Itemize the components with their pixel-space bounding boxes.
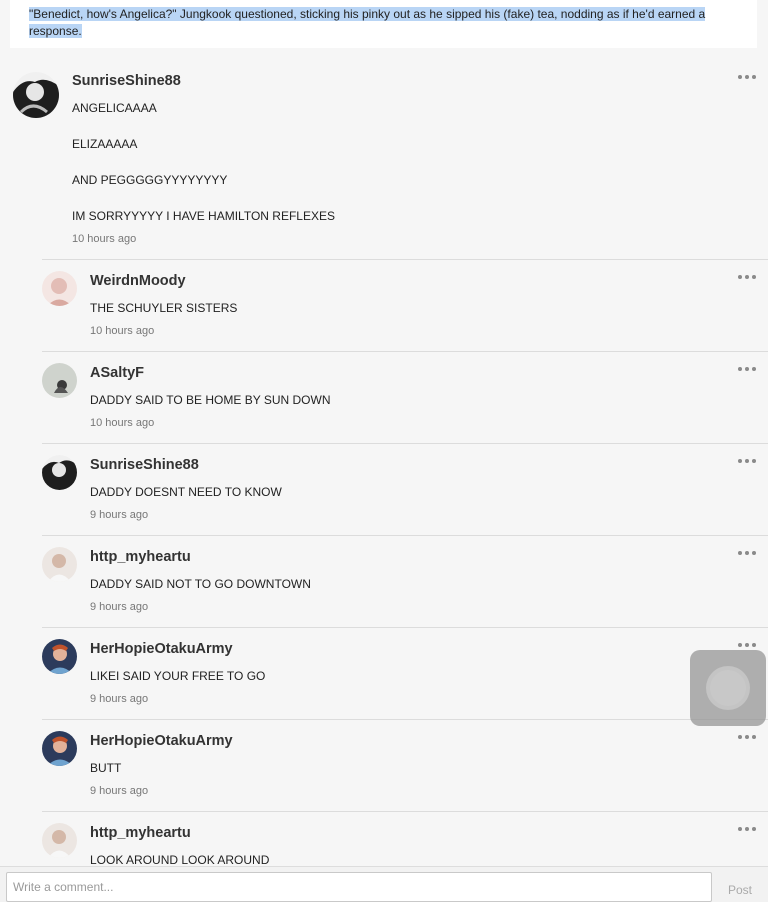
- avatar[interactable]: [42, 731, 77, 766]
- comment-username[interactable]: http_myheartu: [90, 825, 191, 841]
- more-options-icon[interactable]: [738, 275, 756, 281]
- reply-comment: http_myheartu LOOK AROUND LOOK AROUND: [0, 812, 768, 867]
- comment-username[interactable]: http_myheartu: [90, 549, 191, 565]
- story-excerpt: "Benedict, how's Angelica?" Jungkook que…: [10, 0, 757, 48]
- reply-comment: http_myheartu DADDY SAID NOT TO GO DOWNT…: [0, 536, 768, 627]
- avatar[interactable]: [42, 363, 77, 398]
- more-options-icon[interactable]: [738, 367, 756, 373]
- reply-comment: WeirdnMoody THE SCHUYLER SISTERS 10 hour…: [0, 260, 768, 351]
- comment-composer: Post: [0, 866, 768, 902]
- story-excerpt-text[interactable]: "Benedict, how's Angelica?" Jungkook que…: [29, 6, 757, 40]
- comment-timestamp: 9 hours ago: [90, 601, 149, 613]
- comment-text-line: DADDY DOESNT NEED TO KNOW: [90, 485, 282, 499]
- comment-timestamp: 9 hours ago: [90, 693, 149, 705]
- comment-text-line: IM SORRYYYYY I HAVE HAMILTON REFLEXES: [72, 209, 335, 223]
- comment-text-line: THE SCHUYLER SISTERS: [90, 301, 238, 315]
- more-options-icon[interactable]: [738, 827, 756, 833]
- reply-comment: ASaltyF DADDY SAID TO BE HOME BY SUN DOW…: [0, 352, 768, 443]
- assistive-touch-icon: [710, 670, 746, 706]
- comment-text-line: LIKEI SAID YOUR FREE TO GO: [90, 669, 266, 683]
- more-options-icon[interactable]: [738, 551, 756, 557]
- comment: SunriseShine88 ANGELICAAAA ELIZAAAAA AND…: [0, 60, 768, 259]
- excerpt-line-1: "Benedict, how's Angelica?" Jungkook que…: [29, 7, 706, 21]
- comment-text-line: ANGELICAAAA: [72, 101, 157, 115]
- more-options-icon[interactable]: [738, 75, 756, 81]
- comment-username[interactable]: SunriseShine88: [72, 73, 181, 89]
- comment-text-line: DADDY SAID NOT TO GO DOWNTOWN: [90, 577, 311, 591]
- comment-timestamp: 10 hours ago: [90, 417, 155, 429]
- comment-text-line: BUTT: [90, 761, 122, 775]
- avatar[interactable]: [42, 271, 77, 306]
- comment-timestamp: 9 hours ago: [90, 785, 149, 797]
- avatar[interactable]: [42, 455, 77, 490]
- avatar[interactable]: [42, 639, 77, 674]
- more-options-icon[interactable]: [738, 643, 756, 649]
- avatar[interactable]: [42, 547, 77, 582]
- comment-username[interactable]: SunriseShine88: [90, 457, 199, 473]
- comment-timestamp: 10 hours ago: [90, 325, 155, 337]
- comment-timestamp: 10 hours ago: [72, 233, 137, 245]
- comment-username[interactable]: WeirdnMoody: [90, 273, 186, 289]
- comment-text-line: DADDY SAID TO BE HOME BY SUN DOWN: [90, 393, 331, 407]
- comment-timestamp: 9 hours ago: [90, 509, 149, 521]
- assistive-touch-button[interactable]: [690, 650, 766, 726]
- excerpt-line-2: response.: [29, 24, 82, 38]
- comment-username[interactable]: HerHopieOtakuArmy: [90, 733, 233, 749]
- comment-input[interactable]: [6, 872, 712, 902]
- avatar[interactable]: [42, 823, 77, 858]
- comment-text-line: ELIZAAAAA: [72, 137, 138, 151]
- reply-comment: SunriseShine88 DADDY DOESNT NEED TO KNOW…: [0, 444, 768, 535]
- more-options-icon[interactable]: [738, 459, 756, 465]
- reply-comment: HerHopieOtakuArmy LIKEI SAID YOUR FREE T…: [0, 628, 768, 719]
- comment-username[interactable]: ASaltyF: [90, 365, 144, 381]
- comment-text-line: LOOK AROUND LOOK AROUND: [90, 853, 270, 867]
- comment-text-line: AND PEGGGGGYYYYYYYY: [72, 173, 228, 187]
- reply-comment: HerHopieOtakuArmy BUTT 9 hours ago: [0, 720, 768, 811]
- post-button[interactable]: Post: [728, 883, 752, 897]
- more-options-icon[interactable]: [738, 735, 756, 741]
- avatar[interactable]: [13, 72, 59, 118]
- comment-username[interactable]: HerHopieOtakuArmy: [90, 641, 233, 657]
